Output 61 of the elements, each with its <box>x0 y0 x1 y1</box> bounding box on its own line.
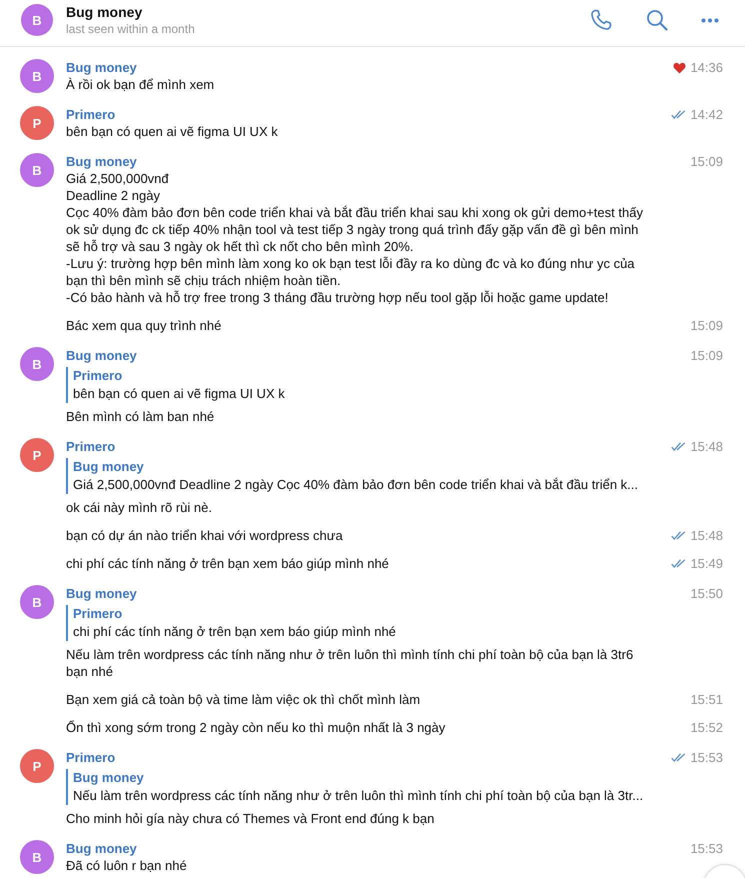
quoted-text: bên bạn có quen ai vẽ figma UI UX k <box>73 385 285 403</box>
sender-name[interactable]: Primero <box>66 438 116 455</box>
message-time: 15:53 <box>690 840 723 857</box>
message-text: bạn có dự án nào triển khai với wordpress chưa <box>66 527 343 544</box>
message-text: Bác xem qua quy trình nhé <box>66 317 222 334</box>
message-time: 15:09 <box>690 347 723 364</box>
message-time: 15:09 <box>690 317 723 334</box>
message-time: 15:48 <box>690 438 723 455</box>
quoted-text: chi phí các tính năng ở trên bạn xem báo giúp mình nhé <box>73 623 396 641</box>
sender-name[interactable]: Bug money <box>66 585 137 602</box>
sender-avatar[interactable]: P <box>20 749 54 783</box>
sender-name[interactable]: Bug money <box>66 153 137 170</box>
sender-avatar[interactable]: B <box>20 59 54 93</box>
last-seen-status: last seen within a month <box>66 22 196 36</box>
message-text: ok cái này mình rõ rùi nè. <box>66 499 212 516</box>
reply-quote[interactable]: Primero bên bạn có quen ai vẽ figma UI UX k <box>66 367 285 403</box>
message-text: bên bạn có quen ai vẽ figma UI UX k <box>66 123 278 140</box>
reply-quote[interactable]: Bug money Giá 2,500,000vnđ Deadline 2 ngày Cọc 40% đàm bảo đơn bên code triển khai và bắt đầu triển k... <box>66 458 638 494</box>
message-text: Bạn xem giá cả toàn bộ và time làm việc ok thì chốt mình làm <box>66 691 420 708</box>
sender-avatar[interactable]: B <box>20 585 54 619</box>
reply-quote[interactable]: Bug money Nếu làm trên wordpress các tính năng như ở trên luôn thì mình tính chi phí toàn bộ của bạn là 3tr... <box>66 769 644 805</box>
reply-quote[interactable]: Primero chi phí các tính năng ở trên bạn xem báo giúp mình nhé <box>66 605 396 641</box>
message-time: 15:53 <box>690 749 723 766</box>
contact-name: Bug money <box>66 4 144 20</box>
sender-avatar[interactable]: B <box>20 347 54 381</box>
quoted-sender: Bug money <box>73 458 145 476</box>
quoted-text: Giá 2,500,000vnđ Deadline 2 ngày Cọc 40% đàm bảo đơn bên code triển khai và bắt đầu triển k... <box>73 476 638 494</box>
quoted-text: Nếu làm trên wordpress các tính năng như ở trên luôn thì mình tính chi phí toàn bộ của bạn là 3tr... <box>73 787 644 805</box>
sender-avatar[interactable]: P <box>20 438 54 472</box>
quoted-sender: Bug money <box>73 769 145 787</box>
more-icon[interactable] <box>701 18 719 22</box>
sender-avatar[interactable]: B <box>20 840 54 874</box>
message-time: 15:51 <box>690 691 723 708</box>
message-text: Ổn thì xong sớm trong 2 ngày còn nếu ko thì muộn nhất là 3 ngày <box>66 719 446 736</box>
quoted-sender: Primero <box>73 605 124 623</box>
message-text: Bên mình có làm ban nhé <box>66 408 214 425</box>
message-text: Cho minh hỏi gía này chưa có Themes và Front end đúng k bạn <box>66 810 434 827</box>
message-time: 15:50 <box>690 585 723 602</box>
message-time: 14:42 <box>690 106 723 123</box>
message-time: 15:49 <box>690 555 723 572</box>
message-text: Đã có luôn r bạn nhé <box>66 857 187 874</box>
message-time: 15:48 <box>690 527 723 544</box>
message-text: Giá 2,500,000vnđ Deadline 2 ngày Cọc 40% đàm bảo đơn bên code triển khai và bắt đầu triển khai sau khi xong ok gửi demo+test thấy ok sử dụng đc ck tiếp 40% nhận tool và test tiếp 3 ngày trong quá trình đấy gặp vấn đề gì bên mình sẽ hỗ trợ và sau 3 ngày ok hết thì ck nốt cho bên mình 20%. -Lưu ý: trường hợp bên mình làm xong ko ok bạn test lỗi đầy ra ko dùng đc và ko đúng như yc của bạn thì bên mình sẽ chịu trách nhiệm hoàn tiền. -Có bảo hành và hỗ trợ free trong 3 tháng đầu trường hợp nếu tool gặp lỗi hoặc game update! <box>66 170 644 306</box>
sender-avatar[interactable]: P <box>20 106 54 140</box>
message-time: 14:36 <box>690 59 723 76</box>
message-text: À rồi ok bạn để mình xem <box>66 76 214 93</box>
message-time: 15:52 <box>690 719 723 736</box>
message-time: 15:09 <box>690 153 723 170</box>
sender-name[interactable]: Bug money <box>66 59 137 76</box>
contact-avatar[interactable]: B <box>21 4 53 36</box>
phone-icon[interactable] <box>589 8 613 32</box>
search-icon[interactable] <box>646 9 668 31</box>
quoted-sender: Primero <box>73 367 124 385</box>
sender-name[interactable]: Bug money <box>66 347 137 364</box>
sender-name[interactable]: Primero <box>66 106 116 123</box>
message-text: Nếu làm trên wordpress các tính năng như ở trên luôn thì mình tính chi phí toàn bộ của bạn là 3tr6 bạn nhé <box>66 646 634 680</box>
message-text: chi phí các tính năng ở trên bạn xem báo giúp mình nhé <box>66 555 389 572</box>
sender-avatar[interactable]: B <box>20 153 54 187</box>
sender-name[interactable]: Bug money <box>66 840 137 857</box>
sender-name[interactable]: Primero <box>66 749 116 766</box>
heart-icon[interactable] <box>673 62 686 74</box>
